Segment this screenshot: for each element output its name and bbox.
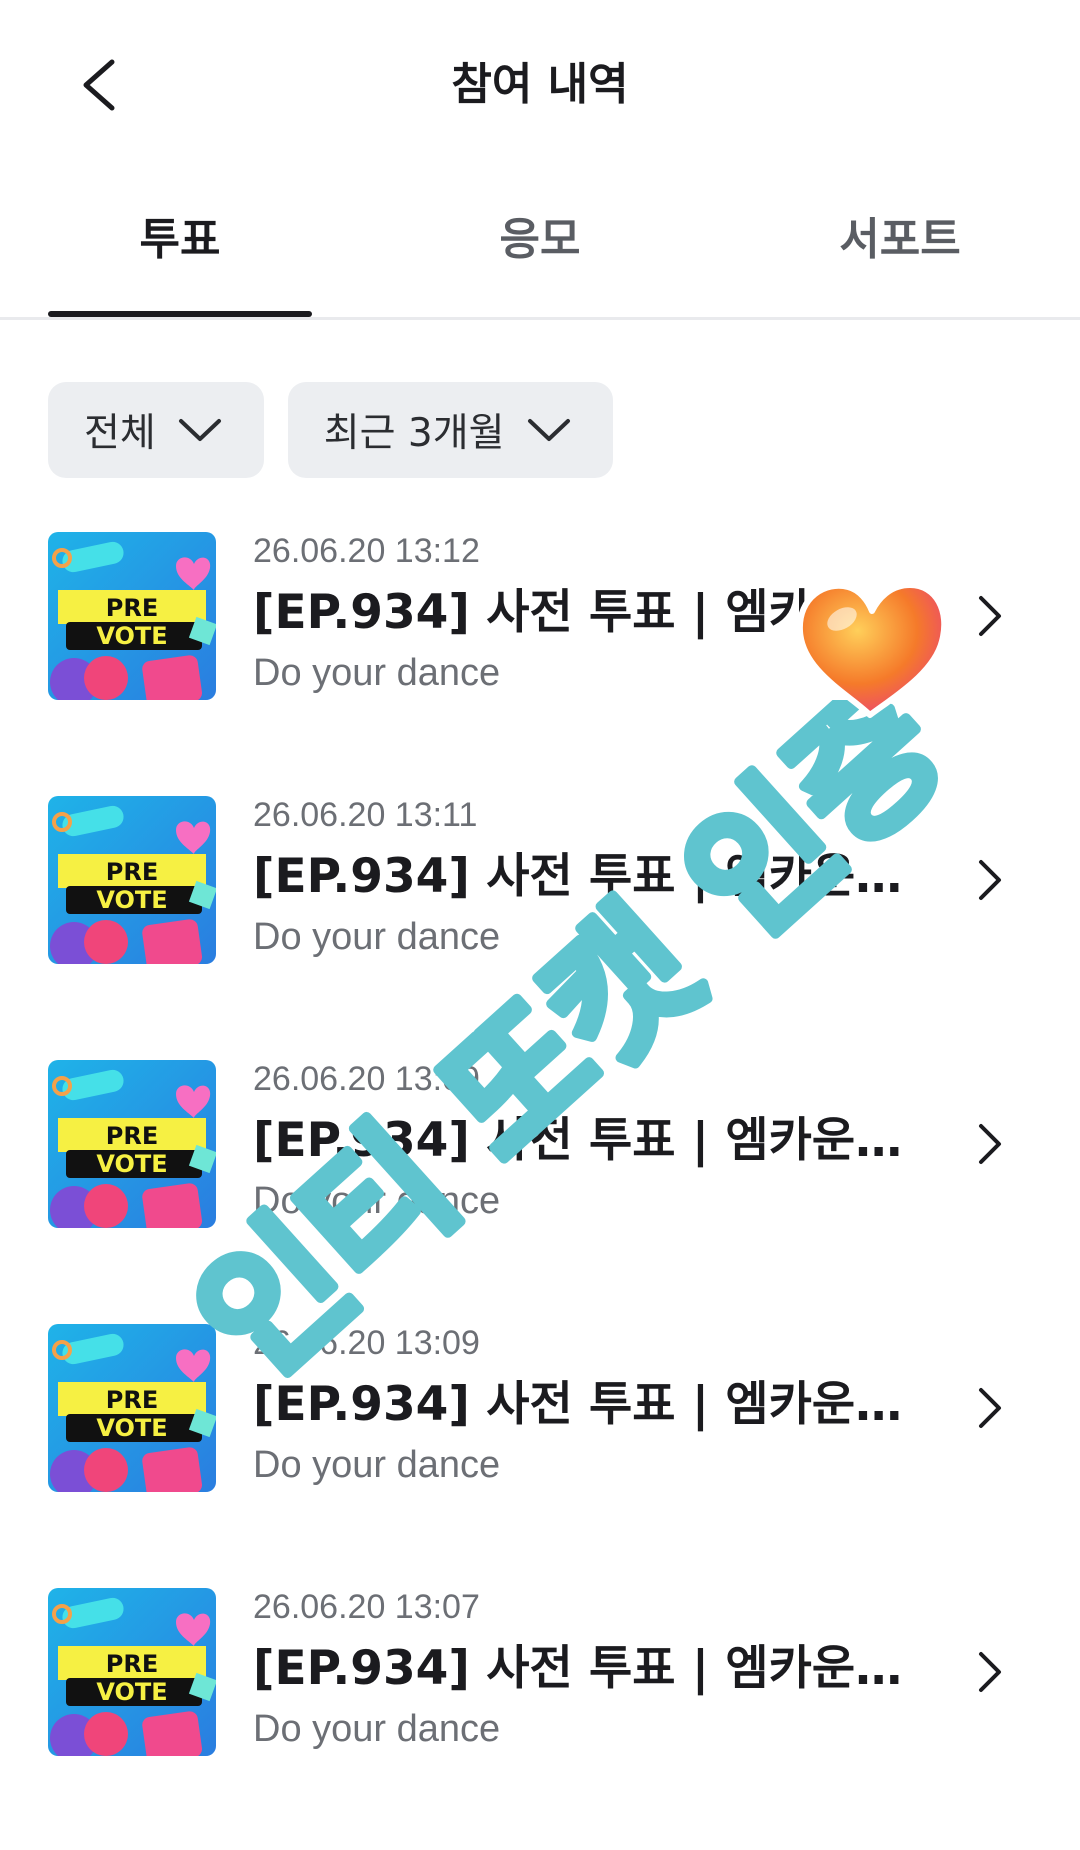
item-date: 26.06.20 13:09 [253,1060,480,1098]
svg-text:PRE: PRE [106,1122,158,1150]
period-filter-label: 최근 3개월 [323,411,505,456]
pre-vote-thumbnail: PRE VOTE [48,1060,216,1228]
svg-text:PRE: PRE [106,1386,158,1414]
item-date: 26.06.20 13:12 [253,532,480,570]
item-date: 26.06.20 13:09 [253,1324,480,1362]
svg-text:VOTE: VOTE [96,1150,167,1178]
header: 참여 내역 [0,0,1080,170]
item-title: [EP.934] 사전 투표 | 엠카운트다... [253,585,923,640]
type-filter-dropdown[interactable]: 전체 [48,382,264,478]
chevron-right-icon [979,1388,1001,1428]
item-date: 26.06.20 13:11 [253,796,478,834]
list-item[interactable]: PRE VOTE 26.06.20 13:09 [EP.934] 사전 투표 |… [0,1058,1080,1322]
page-title: 참여 내역 [451,59,629,110]
tab-support[interactable]: 서포트 [768,210,1032,310]
item-title: [EP.934] 사전 투표 | 엠카운트다... [253,1377,923,1432]
svg-text:VOTE: VOTE [96,622,167,650]
item-subtitle: Do your dance [253,916,501,958]
svg-text:PRE: PRE [106,858,158,886]
chevron-right-icon [979,1652,1001,1692]
period-filter-dropdown[interactable]: 최근 3개월 [287,382,613,478]
chevron-right-icon [979,596,1001,636]
type-filter-label: 전체 [84,411,156,456]
item-subtitle: Do your dance [253,652,501,694]
chevron-right-icon [979,860,1001,900]
svg-text:PRE: PRE [106,594,158,622]
chevron-down-icon [527,419,570,441]
item-date: 26.06.20 13:07 [253,1588,480,1626]
filter-bar: 전체 최근 3개월 [48,382,613,478]
list-item[interactable]: PRE VOTE 26.06.20 13:07 [EP.934] 사전 투표 |… [0,1586,1080,1850]
pre-vote-thumbnail: PRE VOTE [48,532,216,700]
tab-vote[interactable]: 투표 [48,210,312,310]
list-item[interactable]: PRE VOTE 26.06.20 13:12 [EP.934] 사전 투표 |… [0,530,1080,794]
svg-text:VOTE: VOTE [96,886,167,914]
svg-text:PRE: PRE [106,1650,158,1678]
item-subtitle: Do your dance [253,1708,501,1750]
tab-bar: 투표 응모 서포트 [0,200,1080,320]
list-item[interactable]: PRE VOTE 26.06.20 13:09 [EP.934] 사전 투표 |… [0,1322,1080,1586]
item-title: [EP.934] 사전 투표 | 엠카운트다... [253,849,923,904]
item-subtitle: Do your dance [253,1180,501,1222]
pre-vote-thumbnail: PRE VOTE [48,796,216,964]
pre-vote-thumbnail: PRE VOTE [48,1324,216,1492]
chevron-right-icon [979,1124,1001,1164]
active-tab-indicator [48,311,312,317]
tab-apply[interactable]: 응모 [408,210,672,310]
pre-vote-thumbnail: PRE VOTE [48,1588,216,1756]
svg-text:VOTE: VOTE [96,1678,167,1706]
participation-list: PRE VOTE 26.06.20 13:12 [EP.934] 사전 투표 |… [0,530,1080,1850]
item-subtitle: Do your dance [253,1444,501,1486]
svg-text:VOTE: VOTE [96,1414,167,1442]
chevron-down-icon [178,419,221,441]
list-item[interactable]: PRE VOTE 26.06.20 13:11 [EP.934] 사전 투표 |… [0,794,1080,1058]
item-title: [EP.934] 사전 투표 | 엠카운트다... [253,1113,923,1168]
item-title: [EP.934] 사전 투표 | 엠카운트다... [253,1641,923,1696]
